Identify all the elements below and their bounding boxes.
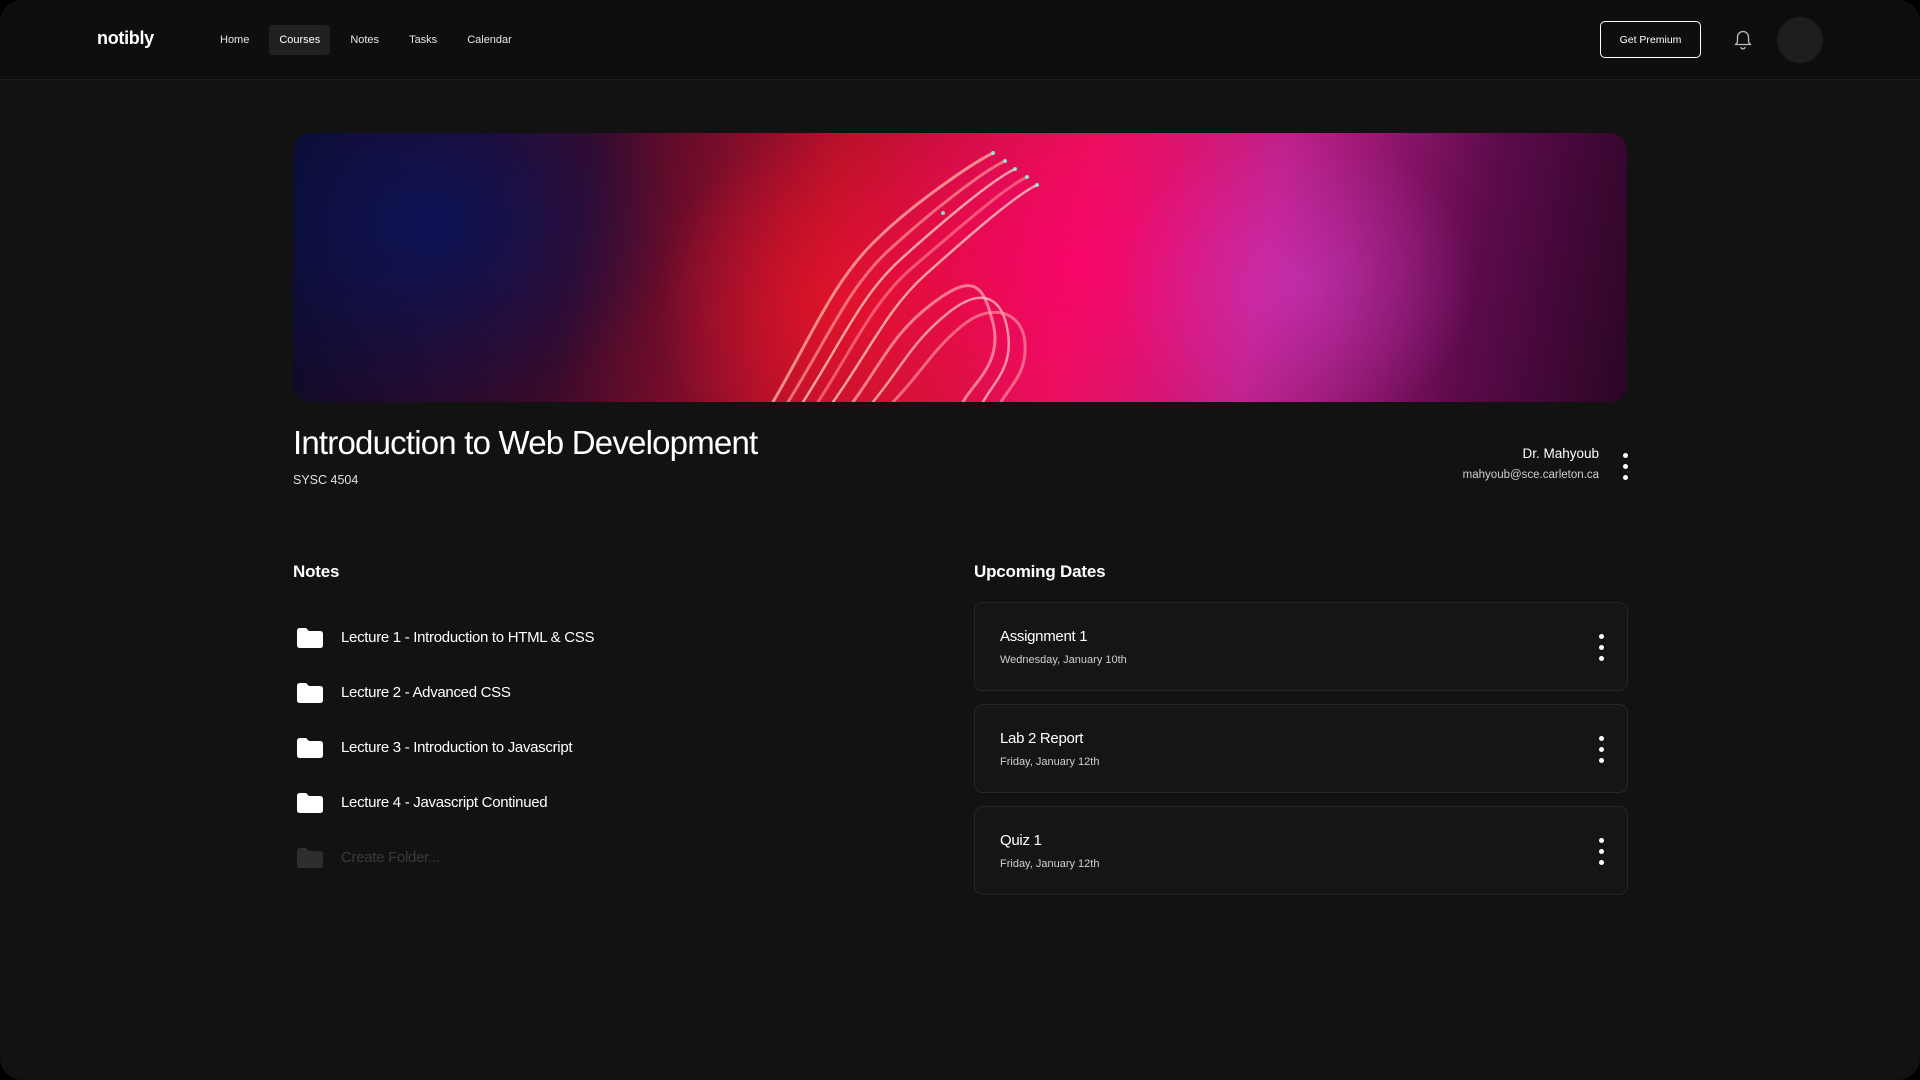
notes-section-title: Notes <box>293 562 340 581</box>
main-nav: Home Courses Notes Tasks Calendar <box>210 25 532 55</box>
folder-item[interactable]: Lecture 1 - Introduction to HTML & CSS <box>293 610 594 665</box>
event-name: Lab 2 Report <box>1000 730 1084 747</box>
more-options-icon[interactable] <box>1593 831 1609 871</box>
folder-icon <box>297 682 323 703</box>
folder-icon <box>297 792 323 813</box>
top-navigation-bar: notibly Home Courses Notes Tasks Calenda… <box>0 0 1920 80</box>
course-code: SYSC 4504 <box>293 473 359 487</box>
notes-folder-list: Lecture 1 - Introduction to HTML & CSS L… <box>293 610 594 885</box>
event-date: Friday, January 12th <box>1000 858 1100 870</box>
app-window: notibly Home Courses Notes Tasks Calenda… <box>0 0 1920 1080</box>
folder-icon <box>297 847 323 868</box>
folder-item[interactable]: Lecture 2 - Advanced CSS <box>293 665 594 720</box>
folder-label: Lecture 1 - Introduction to HTML & CSS <box>341 629 595 646</box>
folder-item[interactable]: Lecture 4 - Javascript Continued <box>293 775 594 830</box>
folder-label: Lecture 2 - Advanced CSS <box>341 684 511 701</box>
instructor-info: Dr. Mahyoub mahyoub@sce.carleton.ca <box>1463 446 1599 481</box>
folder-label: Lecture 4 - Javascript Continued <box>341 794 548 811</box>
nav-courses[interactable]: Courses <box>269 25 331 55</box>
folder-label: Lecture 3 - Introduction to Javascript <box>341 739 573 756</box>
nav-notes[interactable]: Notes <box>340 25 389 55</box>
app-logo[interactable]: notibly <box>97 28 154 49</box>
instructor-email[interactable]: mahyoub@sce.carleton.ca <box>1463 469 1599 481</box>
upcoming-date-card[interactable]: Quiz 1 Friday, January 12th <box>974 806 1628 895</box>
nav-calendar[interactable]: Calendar <box>457 25 522 55</box>
course-banner-image <box>293 133 1627 402</box>
nav-home[interactable]: Home <box>210 25 259 55</box>
upcoming-dates-list: Assignment 1 Wednesday, January 10th Lab… <box>974 602 1628 908</box>
create-folder-placeholder: Create Folder... <box>341 849 440 866</box>
event-name: Quiz 1 <box>1000 832 1042 849</box>
nav-tasks[interactable]: Tasks <box>399 25 447 55</box>
folder-icon <box>297 737 323 758</box>
get-premium-button[interactable]: Get Premium <box>1600 21 1701 58</box>
folder-item[interactable]: Lecture 3 - Introduction to Javascript <box>293 720 594 775</box>
light-trails-graphic <box>771 151 1039 402</box>
event-date: Wednesday, January 10th <box>1000 654 1127 666</box>
course-title: Introduction to Web Development <box>293 424 758 461</box>
create-folder-button[interactable]: Create Folder... <box>293 830 594 885</box>
bell-icon[interactable] <box>1731 28 1755 52</box>
event-date: Friday, January 12th <box>1000 756 1100 768</box>
upcoming-date-card[interactable]: Lab 2 Report Friday, January 12th <box>974 704 1628 793</box>
upcoming-dates-title: Upcoming Dates <box>974 562 1106 581</box>
instructor-name: Dr. Mahyoub <box>1522 446 1599 461</box>
event-name: Assignment 1 <box>1000 628 1088 645</box>
more-options-icon[interactable] <box>1593 627 1609 667</box>
upcoming-date-card[interactable]: Assignment 1 Wednesday, January 10th <box>974 602 1628 691</box>
folder-icon <box>297 627 323 648</box>
avatar[interactable] <box>1777 17 1823 63</box>
instructor-more-icon[interactable] <box>1617 446 1633 486</box>
more-options-icon[interactable] <box>1593 729 1609 769</box>
